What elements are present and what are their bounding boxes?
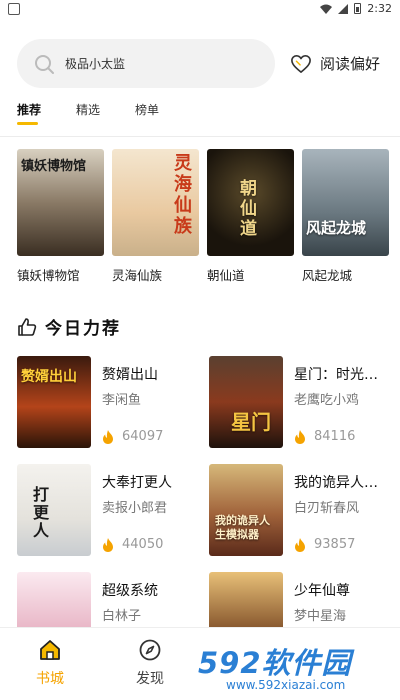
featured-books: 镇妖博物馆 镇妖博物馆 灵海仙族 灵海仙族 朝仙道 朝仙道 风起龙城 风起龙城 [17, 149, 389, 284]
book-title: 星门：时光之主 [294, 367, 386, 383]
book-cover[interactable]: 灵海仙族 [112, 149, 199, 256]
heat-value: 64097 [122, 429, 164, 444]
heat-value: 44050 [122, 537, 164, 552]
book-cover[interactable]: 我的诡异人生模拟器 [209, 464, 283, 556]
book-title: 风起龙城 [302, 268, 353, 283]
tab-recommend[interactable]: 推荐 [17, 101, 41, 125]
book-title: 少年仙尊 [294, 583, 350, 599]
cover-title: 镇妖博物馆 [21, 159, 87, 174]
status-icons: 2:32 [320, 2, 392, 15]
search-placeholder: 极品小太监 [65, 57, 126, 71]
book-title: 灵海仙族 [112, 268, 163, 283]
watermark-logo: 592软件园 [198, 646, 352, 680]
book-author: 梦中星海 [294, 609, 347, 624]
book-title: 镇妖博物馆 [17, 268, 80, 283]
notification-icon [8, 3, 20, 15]
book-cover[interactable]: 镇妖博物馆 [17, 149, 104, 256]
book-title: 大奉打更人 [102, 475, 172, 491]
heat-count: 44050 [102, 537, 163, 552]
book-author: 李闲鱼 [102, 393, 142, 408]
book-cover[interactable]: 朝仙道 [207, 149, 294, 256]
heat-count: 64097 [102, 429, 163, 444]
thumbs-up-icon [18, 317, 37, 336]
cover-title: 朝仙道 [240, 179, 257, 239]
heart-icon [291, 54, 311, 73]
book-author: 白刃斩春风 [294, 501, 360, 516]
book-author: 卖报小郎君 [102, 501, 168, 516]
book-cover[interactable]: 星门 [209, 356, 283, 448]
book-cover[interactable]: 风起龙城 [302, 149, 389, 256]
list-item[interactable]: 我的诡异人生模拟器 我的诡异人生模拟器 白刃斩春风 93857 [209, 464, 389, 556]
status-bar: 2:32 [0, 0, 400, 20]
cover-title: 打更人 [33, 485, 50, 540]
list-item[interactable]: 赘婿出山 赘婿出山 李闲鱼 64097 [17, 356, 197, 448]
tab-ranking[interactable]: 榜单 [135, 101, 159, 118]
nav-label: 书城 [36, 671, 64, 687]
search-icon [35, 55, 54, 74]
category-tabs: 推荐 精选 榜单 [17, 101, 194, 125]
book-author: 老鹰吃小鸡 [294, 393, 360, 408]
flame-icon [103, 537, 113, 552]
book-title: 我的诡异人生模拟器 [294, 475, 386, 491]
signal-icon [338, 3, 349, 14]
tab-selected[interactable]: 精选 [76, 101, 100, 118]
watermark: 592软件园 www.592xiazai.com [198, 640, 398, 698]
book-cover[interactable]: 赘婿出山 [17, 356, 91, 448]
compass-icon [139, 639, 161, 661]
featured-book[interactable]: 风起龙城 风起龙城 [302, 149, 389, 284]
book-author: 白林子 [102, 609, 142, 624]
cover-title: 风起龙城 [306, 219, 367, 237]
section-title: 今日力荐 [45, 319, 121, 339]
battery-icon [354, 3, 362, 14]
flame-icon [295, 537, 305, 552]
reading-preference-label: 阅读偏好 [320, 55, 381, 73]
heat-value: 93857 [314, 537, 356, 552]
flame-icon [295, 429, 305, 444]
heat-count: 84116 [294, 429, 355, 444]
list-item[interactable]: 星门 星门：时光之主 老鹰吃小鸡 84116 [209, 356, 389, 448]
book-cover[interactable]: 打更人 [17, 464, 91, 556]
status-time: 2:32 [367, 2, 392, 15]
tabs-divider [0, 136, 400, 137]
book-title: 朝仙道 [207, 268, 245, 283]
reading-preference-button[interactable]: 阅读偏好 [290, 53, 380, 74]
featured-book[interactable]: 灵海仙族 灵海仙族 [112, 149, 199, 284]
cover-title: 灵海仙族 [174, 153, 192, 237]
search-input[interactable]: 极品小太监 [17, 39, 275, 88]
book-title: 赘婿出山 [102, 367, 158, 383]
nav-bookstore[interactable]: 书城 [20, 638, 80, 688]
section-header: 今日力荐 [17, 314, 121, 339]
heat-value: 84116 [314, 429, 356, 444]
heat-count: 93857 [294, 537, 355, 552]
cover-title: 赘婿出山 [21, 369, 77, 385]
nav-label: 发现 [136, 671, 164, 687]
book-title: 超级系统 [102, 583, 158, 599]
watermark-url: www.592xiazai.com [226, 678, 346, 692]
featured-book[interactable]: 朝仙道 朝仙道 [207, 149, 294, 284]
featured-book[interactable]: 镇妖博物馆 镇妖博物馆 [17, 149, 104, 284]
nav-discover[interactable]: 发现 [120, 638, 180, 688]
cover-title: 星门 [231, 410, 271, 434]
cover-title: 我的诡异人生模拟器 [215, 514, 270, 541]
list-item[interactable]: 打更人 大奉打更人 卖报小郎君 44050 [17, 464, 197, 556]
home-icon [40, 640, 60, 660]
flame-icon [103, 429, 113, 444]
wifi-icon [320, 4, 333, 14]
